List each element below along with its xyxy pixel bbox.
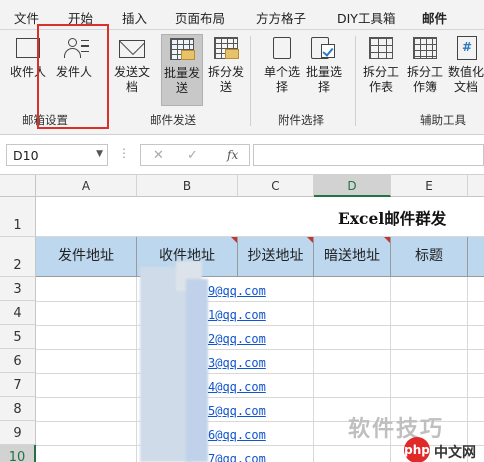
header-cell-sender[interactable]: 发件地址 [36, 237, 137, 277]
watermark-site: 中文网 [434, 445, 476, 461]
row-header-1[interactable]: 1 [0, 197, 36, 237]
bulk-select-button[interactable]: 批量选择 [304, 34, 344, 95]
row-header-8[interactable]: 8 [0, 397, 36, 421]
clipboard-icon [267, 34, 297, 62]
column-header-f[interactable] [468, 175, 484, 197]
numeric-doc-button[interactable]: # 数值化文档 [447, 34, 484, 95]
row-header-9[interactable]: 9 [0, 421, 36, 445]
column-header-c[interactable]: C [238, 175, 314, 197]
more-icon: ⋮ [118, 146, 130, 160]
numeric-doc-icon: # [451, 34, 481, 62]
tab-diy-toolbox[interactable]: DIY工具箱 [337, 8, 395, 27]
row-header-4[interactable]: 4 [0, 301, 36, 325]
group-label-attachment-select: 附件选择 [278, 113, 324, 127]
php-logo-icon: php [404, 437, 430, 462]
email-cell[interactable]: 7@qq.com [208, 452, 266, 462]
bulk-send-icon [167, 35, 197, 63]
checklist-icon [309, 34, 339, 62]
group-label-helper-tools: 辅助工具 [420, 113, 466, 127]
redacted-blur [186, 279, 208, 462]
split-sheet-icon [366, 34, 396, 62]
chevron-down-icon[interactable]: ▼ [96, 149, 103, 159]
comment-indicator [231, 237, 237, 243]
tab-page-layout[interactable]: 页面布局 [175, 8, 225, 27]
column-header-a[interactable]: A [36, 175, 137, 197]
row-header-3[interactable]: 3 [0, 277, 36, 301]
email-cell[interactable]: 3@qq.com [208, 356, 266, 370]
split-worksheet-button[interactable]: 拆分工作表 [360, 34, 402, 95]
formula-bar: D10 ▼ ⋮ ✕ ✓ fx [0, 135, 484, 175]
tab-insert[interactable]: 插入 [122, 8, 147, 27]
email-cell[interactable]: 4@qq.com [208, 380, 266, 394]
select-all-corner[interactable] [0, 175, 36, 197]
split-workbook-button[interactable]: 拆分工作簿 [404, 34, 446, 95]
cancel-icon[interactable]: ✕ [153, 148, 164, 163]
formula-input[interactable] [253, 144, 484, 166]
column-header-b[interactable]: B [137, 175, 238, 197]
email-cell[interactable]: 1@qq.com [208, 308, 266, 322]
name-box[interactable]: D10 ▼ [6, 144, 108, 166]
split-workbook-icon [410, 34, 440, 62]
row-header-6[interactable]: 6 [0, 349, 36, 373]
envelope-icon [117, 34, 147, 62]
split-send-icon [211, 34, 241, 62]
row-header-7[interactable]: 7 [0, 373, 36, 397]
row-header-5[interactable]: 5 [0, 325, 36, 349]
email-cell[interactable]: 5@qq.com [208, 404, 266, 418]
sheet-title: Excel邮件群发 [338, 209, 447, 228]
header-cell-subject[interactable]: 标题 [391, 237, 468, 277]
group-label-mail-send: 邮件发送 [150, 113, 196, 127]
group-separator [355, 36, 356, 126]
split-send-button[interactable]: 拆分发送 [206, 34, 246, 95]
email-cell[interactable]: 2@qq.com [208, 332, 266, 346]
send-document-button[interactable]: 发送文档 [112, 34, 152, 95]
confirm-icon[interactable]: ✓ [187, 148, 198, 163]
column-header-e[interactable]: E [391, 175, 468, 197]
email-cell[interactable]: 9@qq.com [208, 284, 266, 298]
header-cell-next[interactable] [468, 237, 484, 277]
header-cell-bcc[interactable]: 暗送地址 [314, 237, 391, 277]
spreadsheet-grid: A B C D E 1 2 3 4 5 6 7 8 9 10 Excel邮件群发… [0, 175, 484, 462]
comment-indicator [307, 237, 313, 243]
comment-indicator [384, 237, 390, 243]
tab-mail[interactable]: 邮件 [419, 8, 450, 35]
column-a-cells[interactable] [36, 277, 137, 462]
highlight-box [37, 24, 109, 129]
email-cell[interactable]: 6@qq.com [208, 428, 266, 442]
name-box-value: D10 [13, 148, 39, 163]
tab-fangfang[interactable]: 方方格子 [256, 8, 306, 27]
row-header-2[interactable]: 2 [0, 237, 36, 277]
insert-function-icon[interactable]: fx [227, 148, 238, 162]
title-cell[interactable]: Excel邮件群发 [36, 197, 484, 237]
single-select-button[interactable]: 单个选择 [262, 34, 302, 95]
formula-buttons: ✕ ✓ fx [140, 144, 250, 166]
bulk-send-button[interactable]: 批量发送 [161, 34, 203, 106]
group-separator [250, 36, 251, 126]
watermark-text: 软件技巧 [348, 417, 445, 442]
row-header-10[interactable]: 10 [0, 445, 36, 462]
tab-file[interactable]: 文件 [14, 8, 39, 27]
column-header-d[interactable]: D [314, 175, 391, 197]
header-cell-cc[interactable]: 抄送地址 [238, 237, 314, 277]
redacted-blur [140, 267, 192, 462]
